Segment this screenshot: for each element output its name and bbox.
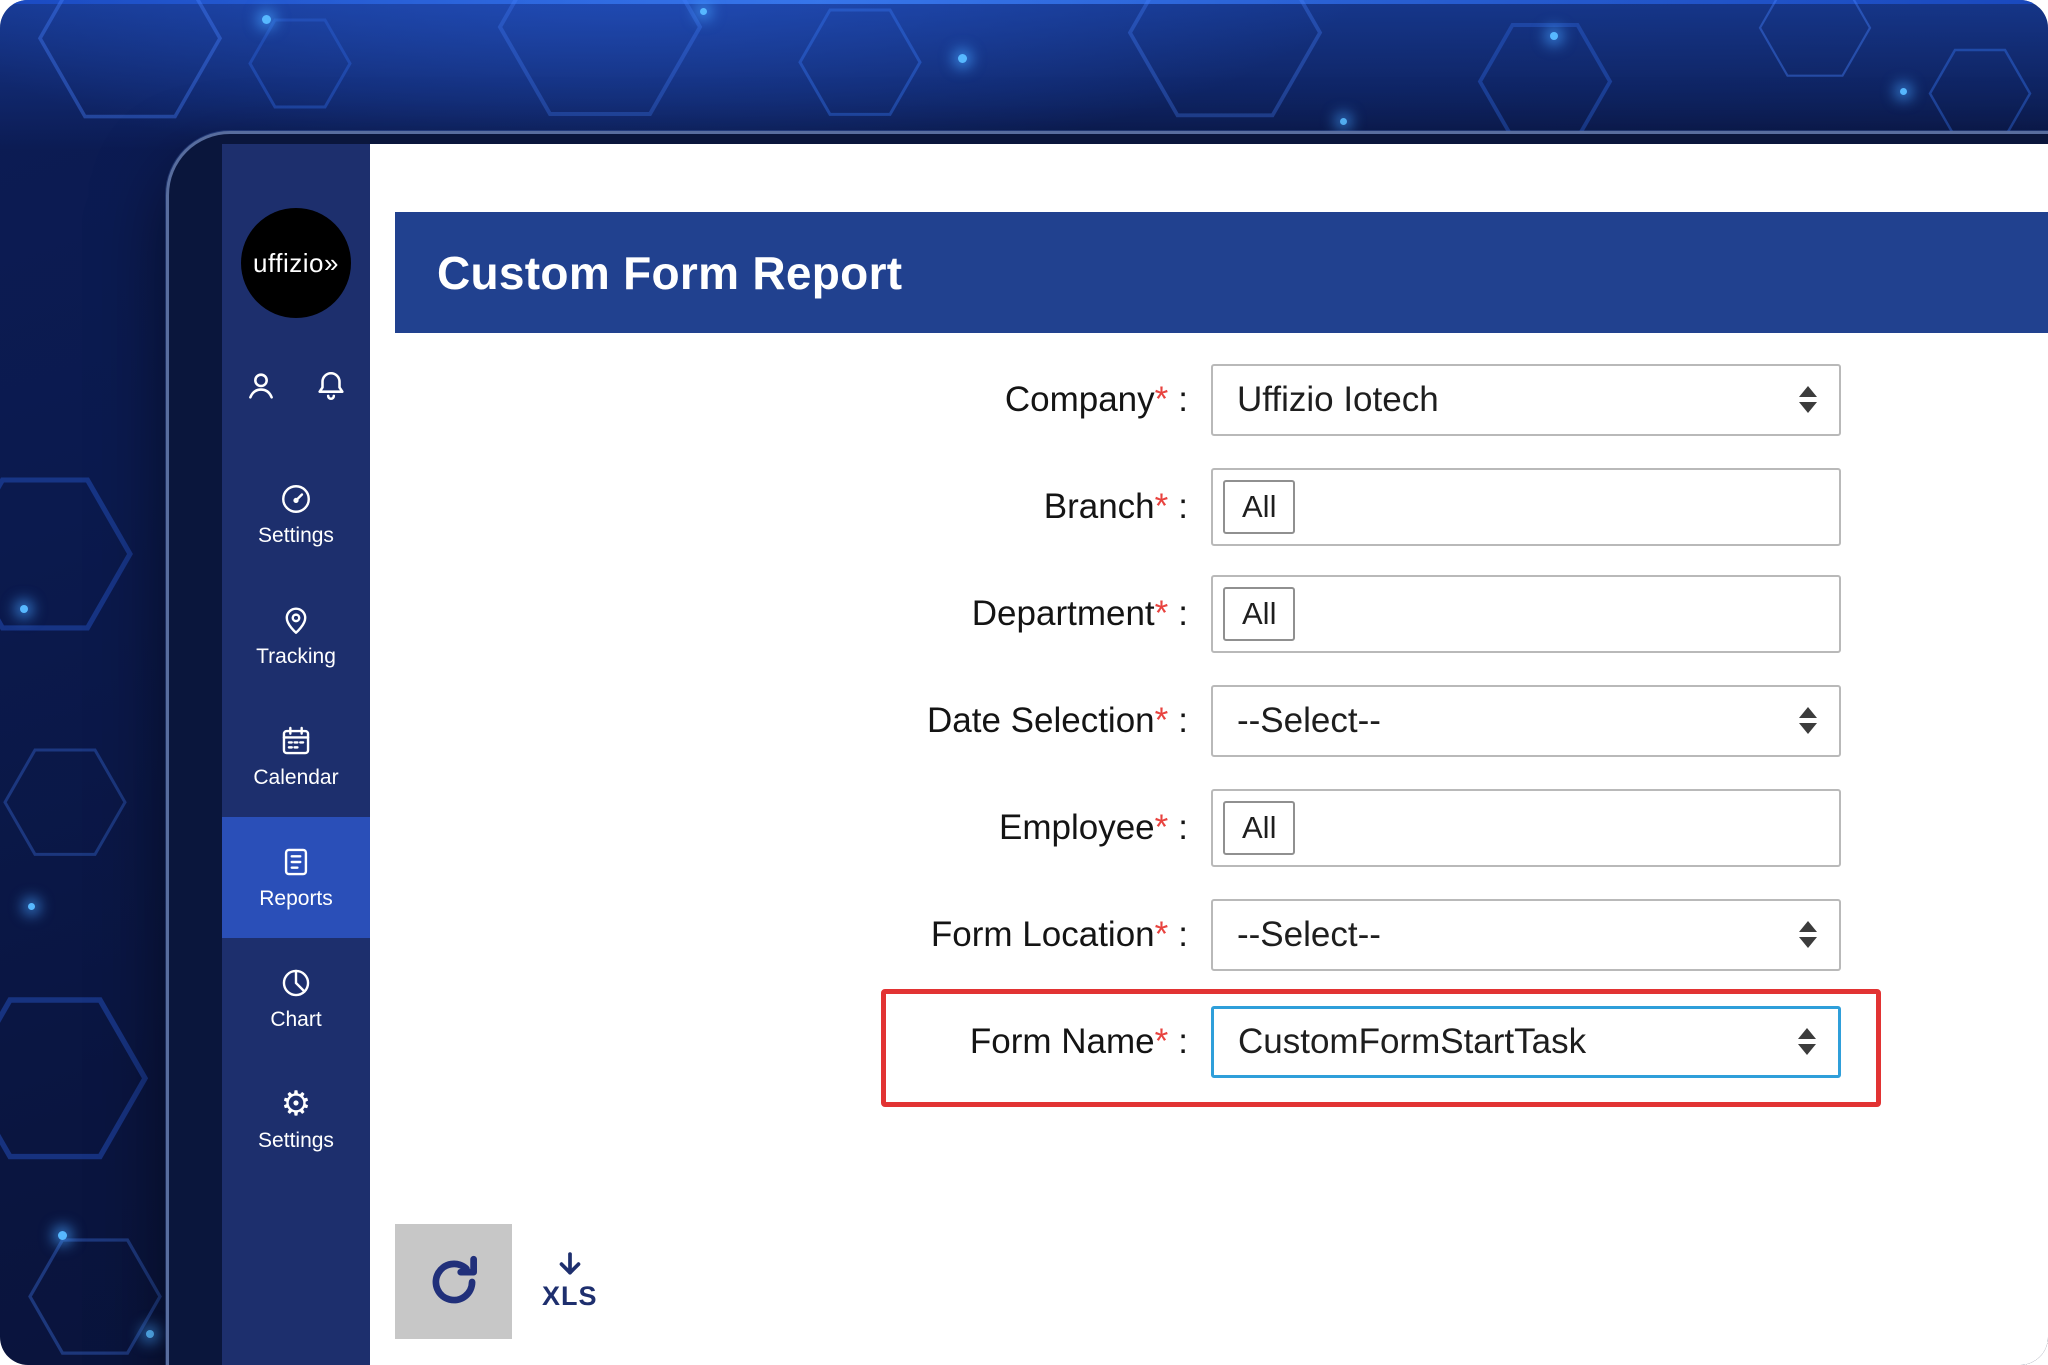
field-label: Form Name*: <box>969 1021 1188 1061</box>
glow-dot <box>58 1231 67 1240</box>
required-asterisk: * <box>1154 807 1169 847</box>
refresh-icon <box>432 1255 477 1303</box>
report-toolbar: XLS <box>395 1224 598 1339</box>
dashboard-gauge-icon <box>278 481 314 517</box>
required-asterisk: * <box>1154 1021 1169 1061</box>
form-row-department: Department*: All <box>370 560 1890 667</box>
notifications-bell-icon[interactable] <box>313 368 349 404</box>
sidebar-item-label: Calendar <box>253 766 339 789</box>
app-window: uffizio» Settings Tracking Calendar Repo… <box>166 131 2048 1365</box>
date-selection-select[interactable]: --Select-- <box>1211 684 1841 757</box>
form-location-select[interactable]: --Select-- <box>1211 898 1841 971</box>
field-label: Form Location*: <box>930 914 1188 954</box>
glow-dot <box>1550 32 1558 40</box>
selected-chip: All <box>1223 479 1296 534</box>
required-asterisk: * <box>1154 700 1169 740</box>
field-label: Branch*: <box>1043 486 1188 526</box>
sidebar-item-chart[interactable]: Chart <box>222 938 370 1059</box>
sidebar-item-label: Settings <box>258 1129 334 1152</box>
selected-chip: All <box>1223 586 1296 641</box>
select-value: --Select-- <box>1237 700 1381 740</box>
sidebar-item-tracking[interactable]: Tracking <box>222 575 370 696</box>
screen: uffizio» Settings Tracking Calendar Repo… <box>0 0 2048 1365</box>
field-label: Employee*: <box>999 807 1188 847</box>
required-asterisk: * <box>1154 914 1169 954</box>
form-row-date-selection: Date Selection*: --Select-- <box>370 667 1890 774</box>
sidebar-item-settings[interactable]: Settings <box>222 454 370 575</box>
pie-chart-icon <box>278 965 314 1001</box>
select-value: Uffizio Iotech <box>1237 379 1439 419</box>
sidebar-item-label: Settings <box>258 524 334 547</box>
select-value: --Select-- <box>1237 914 1381 954</box>
user-icon[interactable] <box>243 368 279 404</box>
report-filter-form: Company*: Uffizio Iotech Branch*: All De… <box>370 346 1890 1095</box>
xls-label: XLS <box>542 1281 598 1311</box>
field-label: Date Selection*: <box>927 700 1188 740</box>
page-title: Custom Form Report <box>437 246 903 299</box>
form-row-branch: Branch*: All <box>370 453 1890 560</box>
glow-dot <box>700 8 707 15</box>
select-arrows-icon <box>1798 1028 1816 1055</box>
uffizio-logo: uffizio» <box>241 208 351 318</box>
main-content: Custom Form Report Company*: Uffizio Iot… <box>370 144 2048 1365</box>
department-multiselect[interactable]: All <box>1211 574 1841 653</box>
export-xls-button[interactable]: XLS <box>542 1251 598 1312</box>
select-arrows-icon <box>1799 921 1817 948</box>
sidebar-item-label: Tracking <box>256 645 336 668</box>
glow-dot <box>146 1330 154 1338</box>
sidebar-item-reports[interactable]: Reports <box>222 817 370 938</box>
map-pin-icon <box>278 602 314 638</box>
sidebar: uffizio» Settings Tracking Calendar Repo… <box>222 144 370 1365</box>
brand-text: uffizio» <box>253 247 339 278</box>
sidebar-nav: Settings Tracking Calendar Reports Chart… <box>222 454 370 1180</box>
form-row-form-name: Form Name*: CustomFormStartTask <box>370 988 1890 1095</box>
company-select[interactable]: Uffizio Iotech <box>1211 363 1841 436</box>
sidebar-item-calendar[interactable]: Calendar <box>222 696 370 817</box>
required-asterisk: * <box>1154 593 1169 633</box>
select-value: CustomFormStartTask <box>1238 1021 1587 1061</box>
page-header: Custom Form Report <box>395 212 2048 333</box>
required-asterisk: * <box>1154 486 1169 526</box>
selected-chip: All <box>1223 800 1296 855</box>
form-name-select[interactable]: CustomFormStartTask <box>1211 1005 1841 1078</box>
glow-dot <box>1340 118 1347 125</box>
sidebar-item-label: Reports <box>259 887 333 910</box>
sidebar-item-label: Chart <box>270 1008 322 1031</box>
form-row-company: Company*: Uffizio Iotech <box>370 346 1890 453</box>
refresh-button[interactable] <box>395 1224 512 1339</box>
form-row-employee: Employee*: All <box>370 774 1890 881</box>
field-label: Department*: <box>971 593 1188 633</box>
sidebar-item-settings-bottom[interactable]: ⚙ Settings <box>222 1059 370 1180</box>
gear-icon: ⚙ <box>280 1085 312 1123</box>
branch-multiselect[interactable]: All <box>1211 467 1841 546</box>
glow-dot <box>20 605 28 613</box>
form-row-form-location: Form Location*: --Select-- <box>370 881 1890 988</box>
download-arrow-icon <box>559 1252 581 1275</box>
glow-dot <box>958 54 967 63</box>
sidebar-quick-icons <box>222 368 370 404</box>
glow-dot <box>28 903 35 910</box>
field-label: Company*: <box>1004 379 1188 419</box>
select-arrows-icon <box>1799 386 1817 413</box>
report-document-icon <box>278 844 314 880</box>
required-asterisk: * <box>1154 379 1169 419</box>
employee-multiselect[interactable]: All <box>1211 788 1841 867</box>
glow-dot <box>262 15 271 24</box>
select-arrows-icon <box>1799 707 1817 734</box>
calendar-icon <box>278 723 314 759</box>
glow-dot <box>1900 88 1907 95</box>
